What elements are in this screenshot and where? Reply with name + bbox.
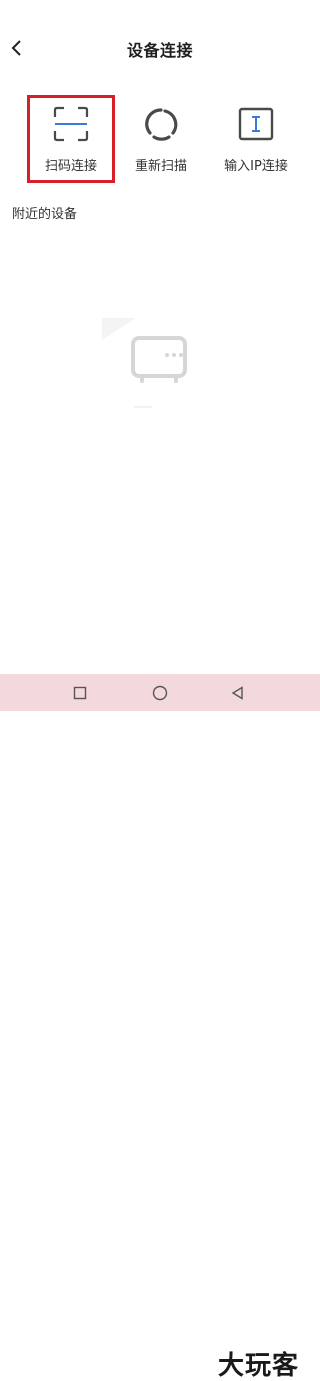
circle-icon — [152, 685, 168, 701]
text-input-icon — [236, 104, 276, 144]
system-navigation-bar: 大玩客 — [0, 674, 320, 1381]
input-ip-label: 输入IP连接 — [224, 159, 288, 174]
rescan-label: 重新扫描 — [134, 159, 187, 174]
watermark-logo: 大玩客 — [218, 1351, 300, 1381]
scan-connect-button[interactable]: 扫码连接 — [27, 95, 115, 183]
empty-state — [96, 318, 206, 408]
home-button[interactable] — [150, 683, 170, 703]
recents-button[interactable] — [70, 683, 90, 703]
refresh-icon — [141, 104, 181, 144]
connection-actions: 扫码连接 重新扫描 输入IP连接 — [0, 95, 320, 185]
triangle-back-icon — [231, 686, 243, 700]
app-header: 设备连接 — [0, 0, 320, 100]
page-title: 设备连接 — [126, 41, 193, 60]
nearby-devices-heading: 附近的设备 — [12, 207, 78, 222]
rescan-button[interactable]: 重新扫描 — [125, 95, 197, 181]
system-back-button[interactable] — [228, 683, 248, 703]
tv-icon — [102, 318, 187, 408]
input-ip-button[interactable]: 输入IP连接 — [214, 95, 298, 181]
scan-connect-label: 扫码连接 — [44, 159, 97, 174]
scan-frame-icon — [51, 104, 91, 144]
square-icon — [73, 686, 87, 700]
